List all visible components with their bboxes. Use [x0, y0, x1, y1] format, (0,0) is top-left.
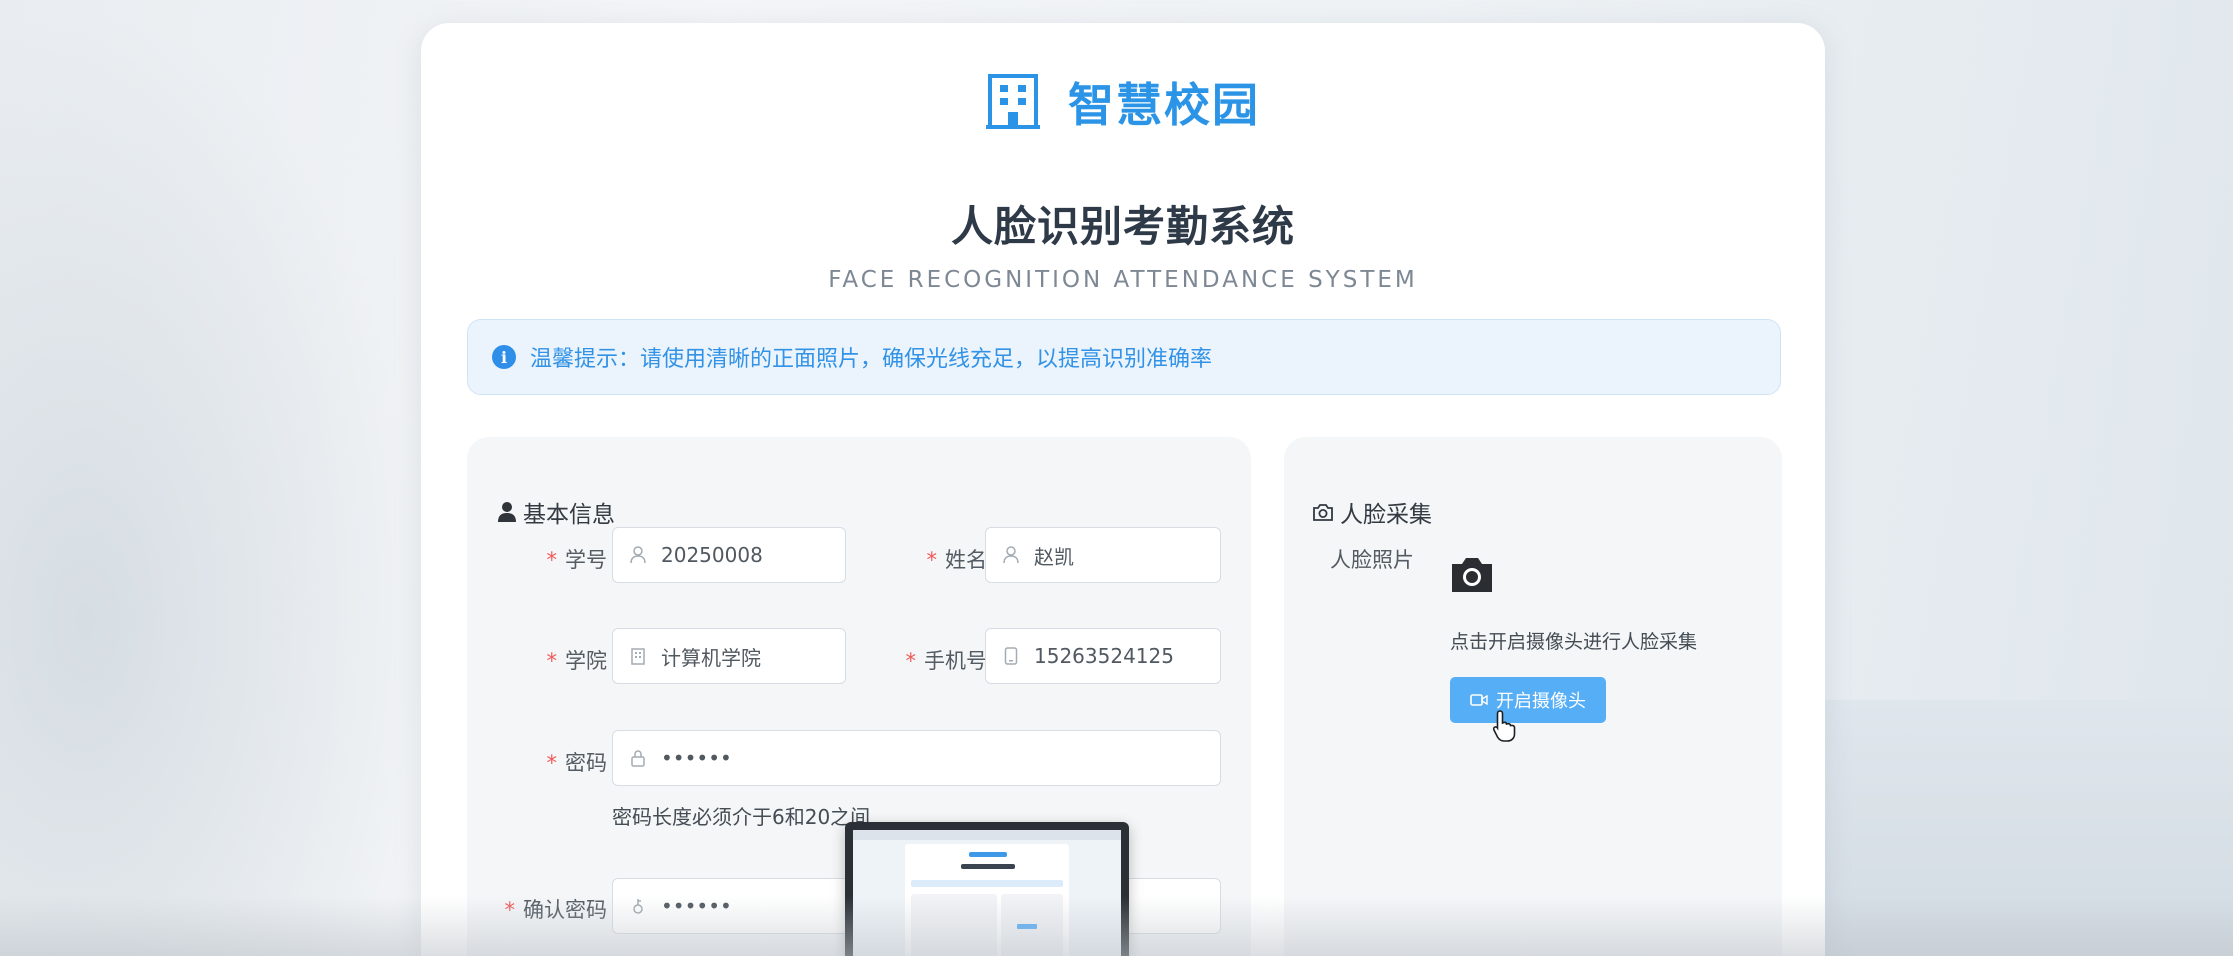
thumbnail-title — [961, 864, 1015, 869]
confirm-password-label: * 确认密码 — [504, 898, 608, 922]
thumbnail-logo — [969, 852, 1007, 857]
required-mark: * — [926, 548, 938, 572]
thumbnail-button — [1017, 924, 1037, 929]
student-id-label: * 学号 — [546, 548, 608, 572]
required-mark: * — [504, 898, 516, 922]
camera-icon — [1452, 558, 1492, 592]
user-icon — [498, 502, 516, 522]
phone-label: * 手机号 — [905, 649, 988, 673]
required-mark: * — [546, 649, 558, 673]
college-value: 计算机学院 — [661, 645, 761, 670]
college-label: * 学院 — [546, 649, 608, 673]
page-title: 人脸识别考勤系统 — [950, 202, 1295, 251]
registration-card: 智慧校园 人脸识别考勤系统 FACE RECOGNITION ATTENDANC… — [421, 23, 1825, 956]
brand-name: 智慧校园 — [1068, 78, 1260, 132]
name-label: * 姓名 — [926, 548, 988, 572]
college-input[interactable]: 计算机学院 — [612, 628, 846, 684]
required-mark: * — [905, 649, 917, 673]
phone-value: 15263524125 — [1034, 644, 1174, 668]
student-id-input[interactable]: 20250008 — [612, 527, 846, 583]
face-capture-heading: 人脸采集 — [1312, 495, 1432, 529]
user-icon — [627, 544, 649, 566]
user-icon — [1000, 544, 1022, 566]
password-hint: 密码长度必须介于6和20之间 — [612, 805, 871, 829]
camera-outline-icon — [1313, 504, 1333, 521]
alert-text: 温馨提示：请使用清晰的正面照片，确保光线充足，以提高识别准确率 — [530, 347, 1213, 372]
name-value: 赵凯 — [1034, 544, 1074, 569]
confirm-password-value: •••••• — [661, 894, 732, 918]
thumbnail-content — [853, 830, 1121, 956]
screen-preview-thumbnail[interactable] — [845, 822, 1129, 956]
face-capture-heading-label: 人脸采集 — [1340, 502, 1432, 528]
tip-alert: i 温馨提示：请使用清晰的正面照片，确保光线充足，以提高识别准确率 — [467, 319, 1781, 395]
thumbnail-alert — [911, 880, 1063, 887]
background-shade — [0, 0, 430, 956]
basic-info-heading: 基本信息 — [497, 495, 615, 529]
name-input[interactable]: 赵凯 — [985, 527, 1221, 583]
building-small-icon — [627, 645, 649, 667]
password-value: •••••• — [661, 746, 732, 770]
page-subtitle: FACE RECOGNITION ATTENDANCE SYSTEM — [828, 267, 1418, 293]
required-mark: * — [546, 548, 558, 572]
thumbnail-left-panel — [911, 894, 997, 956]
background-block — [1823, 700, 2233, 956]
phone-icon — [1000, 645, 1022, 667]
password-label: * 密码 — [546, 751, 608, 775]
thumbnail-browser-bar — [853, 830, 1121, 840]
student-id-value: 20250008 — [661, 543, 763, 567]
key-icon — [627, 895, 649, 917]
face-photo-label: 人脸照片 — [1330, 548, 1414, 572]
info-icon: i — [492, 345, 516, 369]
basic-info-heading-label: 基本信息 — [523, 502, 615, 528]
face-capture-panel: 人脸采集 人脸照片 点击开启摄像头进行人脸采集 开启摄像头 — [1284, 437, 1782, 956]
brand: 智慧校园 — [421, 69, 1825, 135]
required-mark: * — [546, 751, 558, 775]
building-icon — [986, 74, 1040, 129]
lock-icon — [627, 747, 649, 769]
thumbnail-card — [905, 844, 1069, 956]
hand-cursor-icon — [1492, 710, 1516, 742]
password-input[interactable]: •••••• — [612, 730, 1221, 786]
video-icon — [1470, 694, 1488, 706]
phone-input[interactable]: 15263524125 — [985, 628, 1221, 684]
open-camera-button[interactable]: 开启摄像头 — [1450, 677, 1606, 723]
camera-tip: 点击开启摄像头进行人脸采集 — [1450, 631, 1698, 653]
